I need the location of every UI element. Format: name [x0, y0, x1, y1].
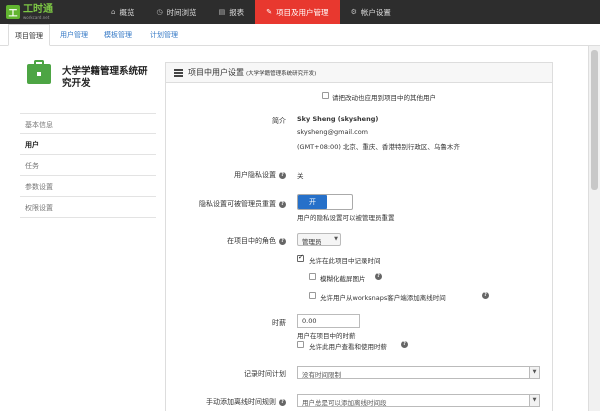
- project-name: 大学学籍管理系统研究开发: [62, 66, 148, 89]
- tab-user-mgmt[interactable]: 用户管理: [60, 30, 88, 40]
- privacy-value: 关: [297, 172, 304, 180]
- blur-shots-label: 模糊化截屏图片: [320, 275, 366, 283]
- privacy-label: 用户隐私设置: [234, 171, 276, 179]
- home-icon: ⌂: [111, 8, 116, 16]
- scrollbar-thumb[interactable]: [591, 50, 598, 190]
- sidebar-item-permissions[interactable]: 权限设置: [20, 197, 156, 218]
- user-email: skysheng@gmail.com: [297, 128, 369, 136]
- gear-icon: ⚙: [350, 8, 357, 16]
- rate-label: 时薪: [272, 319, 286, 327]
- user-name: Sky Sheng (skysheng): [297, 115, 379, 123]
- chevron-down-icon: ▼: [529, 395, 539, 406]
- nav-label: 项目及用户管理: [276, 7, 329, 17]
- offline-value: 用户总是可以添加离线时间段: [302, 399, 387, 407]
- reset-hint: 用户的隐私设置可以被管理员重置: [297, 214, 395, 222]
- page-scrollbar[interactable]: [588, 46, 600, 411]
- tab-template-mgmt[interactable]: 模板管理: [104, 30, 132, 40]
- app-logo[interactable]: 工 工时通 workcard.net: [0, 0, 100, 24]
- rate-input[interactable]: 0.00: [297, 314, 360, 328]
- role-row-label: 在项目中的角色?: [166, 236, 286, 246]
- chevron-down-icon: ▼: [334, 236, 338, 242]
- nav-label: 帐户设置: [360, 7, 391, 17]
- help-icon[interactable]: ?: [482, 292, 489, 299]
- allow-offline-label: 允许用户从worksnaps客户端添加离线时间: [320, 294, 446, 302]
- plan-label: 记录时间计划: [244, 370, 286, 378]
- plan-select[interactable]: 没有时间限制 ▼: [297, 366, 540, 379]
- allow-record-label: 允许在此项目中记录时间: [309, 257, 381, 265]
- nav-account-settings[interactable]: ⚙ 帐户设置: [340, 0, 402, 24]
- user-timezone: (GMT+08:00) 北京、重庆、香港特别行政区、乌鲁木齐: [297, 143, 460, 151]
- chevron-down-icon: ▼: [529, 367, 539, 378]
- reset-toggle[interactable]: 开: [297, 194, 353, 210]
- panel-title: 项目中用户设置: [188, 68, 244, 77]
- help-icon[interactable]: ?: [279, 171, 286, 179]
- role-label: 在项目中的角色: [227, 237, 276, 245]
- report-icon: ▤: [218, 8, 226, 16]
- sidebar-item-basic-info[interactable]: 基本信息: [20, 113, 156, 134]
- offline-row-label: 手动添加离线时间规则?: [166, 397, 286, 407]
- help-icon[interactable]: ?: [279, 237, 286, 245]
- apply-all-label: 请把改动也应用到项目中的其他用户: [332, 94, 436, 102]
- role-value: 管理员: [302, 238, 322, 246]
- apply-all-checkbox[interactable]: [322, 92, 329, 99]
- toggle-on-label: 开: [298, 195, 327, 209]
- tab-project-mgmt[interactable]: 项目管理: [8, 24, 50, 46]
- help-icon[interactable]: ?: [279, 398, 286, 406]
- help-icon[interactable]: ?: [401, 341, 408, 348]
- role-select[interactable]: 管理员 ▼: [297, 233, 341, 246]
- clock-icon: ◷: [156, 8, 163, 16]
- panel-header: 项目中用户设置 (大学学籍管理系统研究开发): [166, 63, 552, 83]
- offline-label: 手动添加离线时间规则: [206, 398, 276, 406]
- sidebar-item-tasks[interactable]: 任务: [20, 155, 156, 176]
- blur-shots-checkbox[interactable]: [309, 273, 316, 280]
- sidebar-menu: 基本信息 用户 任务 参数设置 权限设置: [20, 113, 156, 218]
- tab-plan-mgmt[interactable]: 计划管理: [150, 30, 178, 40]
- sidebar-item-users[interactable]: 用户: [20, 134, 156, 155]
- logo-subtitle: workcard.net: [23, 14, 50, 20]
- logo-title: 工时通: [23, 3, 53, 15]
- reset-label: 隐私设置可被管理员重置: [199, 200, 276, 208]
- panel-subtitle: (大学学籍管理系统研究开发): [246, 70, 317, 77]
- nav-reports[interactable]: ▤ 报表: [208, 0, 256, 24]
- top-navbar: 工 工时通 workcard.net ⌂ 概览 ◷ 时间浏览 ▤ 报表 ✎ 项目及用户管…: [0, 0, 600, 24]
- profile-label: 简介: [272, 117, 286, 125]
- wrench-icon: ✎: [266, 8, 273, 16]
- rate-view-label: 允许此用户查看和使用时薪: [309, 343, 387, 351]
- sidebar-item-params[interactable]: 参数设置: [20, 176, 156, 197]
- logo-mark: 工: [6, 5, 20, 19]
- reset-row-label: 隐私设置可被管理员重置?: [166, 199, 286, 209]
- nav-overview[interactable]: ⌂ 概览: [100, 0, 145, 24]
- help-icon[interactable]: ?: [279, 200, 286, 208]
- privacy-row-label: 用户隐私设置?: [166, 170, 286, 180]
- help-icon[interactable]: ?: [375, 273, 382, 280]
- rate-hint: 用户在项目中的时薪: [297, 332, 356, 340]
- offline-select[interactable]: 用户总是可以添加离线时间段 ▼: [297, 394, 540, 407]
- allow-record-checkbox[interactable]: [297, 253, 304, 262]
- allow-offline-checkbox[interactable]: [309, 292, 316, 299]
- nav-label: 概览: [119, 7, 135, 17]
- rate-view-checkbox[interactable]: [297, 341, 304, 348]
- plan-value: 没有时间限制: [302, 371, 341, 379]
- list-icon: [174, 68, 183, 77]
- nav-project-user-mgmt[interactable]: ✎ 项目及用户管理: [255, 0, 340, 24]
- nav-label: 报表: [229, 7, 245, 17]
- nav-label: 时间浏览: [166, 7, 197, 17]
- sub-tabs: 项目管理 用户管理 模板管理 计划管理: [0, 24, 600, 46]
- nav-time-browse[interactable]: ◷ 时间浏览: [145, 0, 207, 24]
